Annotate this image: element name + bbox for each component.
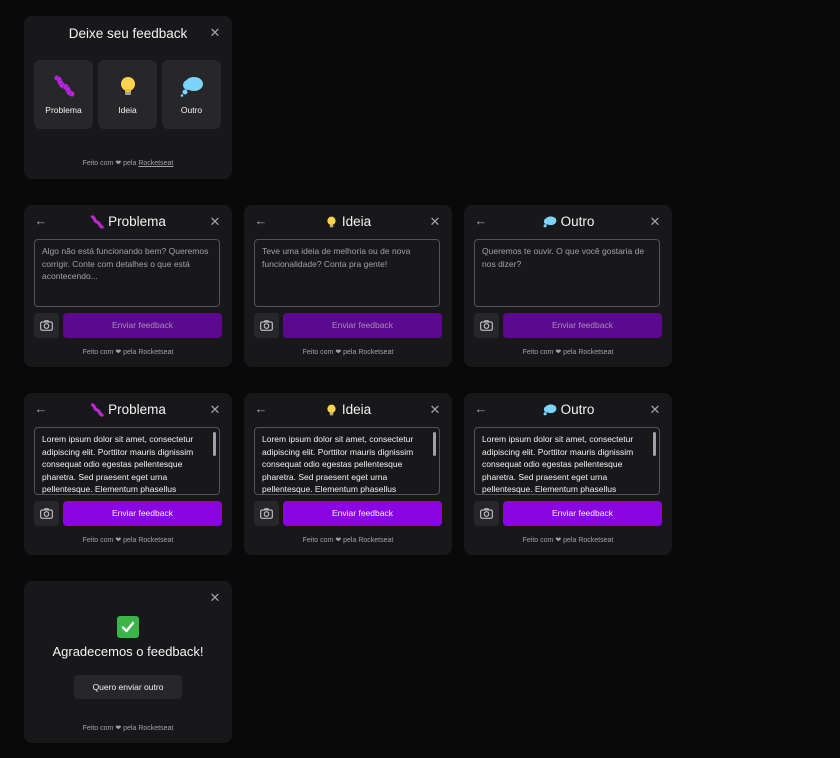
feedback-form-problem-filled: ← Problema ✕ Lorem ipsum dolor sit amet,… (24, 393, 232, 555)
rocketseat-link[interactable]: Rocketseat (358, 537, 393, 544)
heart-icon: ❤ (555, 537, 562, 544)
footer: Feito com ❤ pela Rocketseat (302, 349, 394, 356)
close-icon[interactable]: ✕ (648, 215, 662, 229)
send-another-button[interactable]: Quero enviar outro (74, 675, 182, 699)
camera-icon (40, 508, 53, 519)
thought-cloud-icon (180, 76, 203, 97)
send-feedback-button[interactable]: Enviar feedback (503, 501, 662, 526)
light-bulb-icon (327, 405, 336, 416)
scrollbar[interactable] (433, 432, 436, 456)
feedback-textarea[interactable]: Algo não está funcionando bem? Queremos … (34, 239, 220, 307)
feedback-textarea[interactable]: Lorem ipsum dolor sit amet, consectetur … (474, 427, 660, 495)
form-title: Ideia (244, 402, 452, 417)
heart-icon: ❤ (115, 160, 122, 167)
feedback-form-idea-filled: ← Ideia ✕ Lorem ipsum dolor sit amet, co… (244, 393, 452, 555)
feedback-form-problem: ← Problema ✕ Algo não está funcionando b… (24, 205, 232, 367)
close-icon[interactable]: ✕ (428, 215, 442, 229)
heart-icon: ❤ (335, 537, 342, 544)
feedback-textarea[interactable]: Queremos te ouvir. O que você gostaria d… (474, 239, 660, 307)
heart-icon: ❤ (115, 725, 122, 732)
send-feedback-button[interactable]: Enviar feedback (503, 313, 662, 338)
screenshot-button[interactable] (474, 313, 499, 338)
footer: Feito com ❤ pela Rocketseat (82, 537, 174, 544)
close-icon[interactable]: ✕ (208, 403, 222, 417)
footer: Feito com ❤ pela Rocketseat (82, 725, 174, 732)
camera-icon (260, 320, 273, 331)
close-icon[interactable]: ✕ (208, 215, 222, 229)
form-title: Outro (464, 402, 672, 417)
screenshot-button[interactable] (254, 501, 279, 526)
footer: Feito com ❤ pela Rocketseat (522, 537, 614, 544)
rocketseat-link[interactable]: Rocketseat (138, 349, 173, 356)
form-title: Outro (464, 214, 672, 229)
scrollbar[interactable] (213, 432, 216, 456)
feedback-textarea[interactable]: Lorem ipsum dolor sit amet, consectetur … (254, 427, 440, 495)
close-icon[interactable]: ✕ (428, 403, 442, 417)
heart-icon: ❤ (335, 349, 342, 356)
screenshot-button[interactable] (34, 313, 59, 338)
worm-icon (91, 403, 104, 418)
form-title: Problema (24, 214, 232, 230)
footer: Feito com ❤ pela Rocketseat (82, 160, 174, 167)
type-label: Problema (45, 104, 82, 115)
check-mark-icon (117, 616, 139, 638)
form-title: Problema (24, 402, 232, 418)
rocketseat-link[interactable]: Rocketseat (138, 537, 173, 544)
footer: Feito com ❤ pela Rocketseat (302, 537, 394, 544)
thought-cloud-icon (543, 216, 556, 228)
feedback-textarea[interactable]: Lorem ipsum dolor sit amet, consectetur … (34, 427, 220, 495)
rocketseat-link[interactable]: Rocketseat (138, 160, 173, 167)
heart-icon: ❤ (115, 537, 122, 544)
feedback-success-card: ✕ Agradecemos o feedback! Quero enviar o… (24, 581, 232, 743)
form-title: Ideia (244, 214, 452, 229)
close-icon[interactable]: ✕ (648, 403, 662, 417)
heart-icon: ❤ (555, 349, 562, 356)
feedback-type-card: Deixe seu feedback ✕ Problema Ideia Outr… (24, 16, 232, 179)
screenshot-button[interactable] (34, 501, 59, 526)
rocketseat-link[interactable]: Rocketseat (358, 349, 393, 356)
light-bulb-icon (327, 217, 336, 228)
rocketseat-link[interactable]: Rocketseat (578, 537, 613, 544)
camera-icon (480, 320, 493, 331)
type-button-other[interactable]: Outro (162, 60, 221, 129)
feedback-form-idea: ← Ideia ✕ Teve uma ideia de melhoria ou … (244, 205, 452, 367)
thought-cloud-icon (543, 404, 556, 416)
heart-icon: ❤ (115, 349, 122, 356)
scrollbar[interactable] (653, 432, 656, 456)
rocketseat-link[interactable]: Rocketseat (578, 349, 613, 356)
send-feedback-button[interactable]: Enviar feedback (63, 501, 222, 526)
send-feedback-button[interactable]: Enviar feedback (283, 313, 442, 338)
type-button-idea[interactable]: Ideia (98, 60, 157, 129)
send-feedback-button[interactable]: Enviar feedback (63, 313, 222, 338)
close-icon[interactable]: ✕ (208, 591, 222, 605)
footer: Feito com ❤ pela Rocketseat (522, 349, 614, 356)
type-label: Ideia (118, 104, 137, 115)
screenshot-button[interactable] (254, 313, 279, 338)
type-label: Outro (180, 104, 203, 115)
feedback-form-other: ← Outro ✕ Queremos te ouvir. O que você … (464, 205, 672, 367)
light-bulb-icon (120, 76, 135, 95)
close-icon[interactable]: ✕ (208, 26, 222, 40)
type-button-problem[interactable]: Problema (34, 60, 93, 129)
camera-icon (260, 508, 273, 519)
screenshot-button[interactable] (474, 501, 499, 526)
camera-icon (40, 320, 53, 331)
rocketseat-link[interactable]: Rocketseat (138, 725, 173, 732)
worm-icon (54, 75, 74, 96)
send-feedback-button[interactable]: Enviar feedback (283, 501, 442, 526)
worm-icon (91, 215, 104, 230)
card-title: Deixe seu feedback (68, 26, 188, 41)
success-title: Agradecemos o feedback! (52, 644, 204, 659)
camera-icon (480, 508, 493, 519)
feedback-type-list: Problema Ideia Outro (34, 60, 221, 129)
footer: Feito com ❤ pela Rocketseat (82, 349, 174, 356)
feedback-form-other-filled: ← Outro ✕ Lorem ipsum dolor sit amet, co… (464, 393, 672, 555)
feedback-textarea[interactable]: Teve uma ideia de melhoria ou de nova fu… (254, 239, 440, 307)
